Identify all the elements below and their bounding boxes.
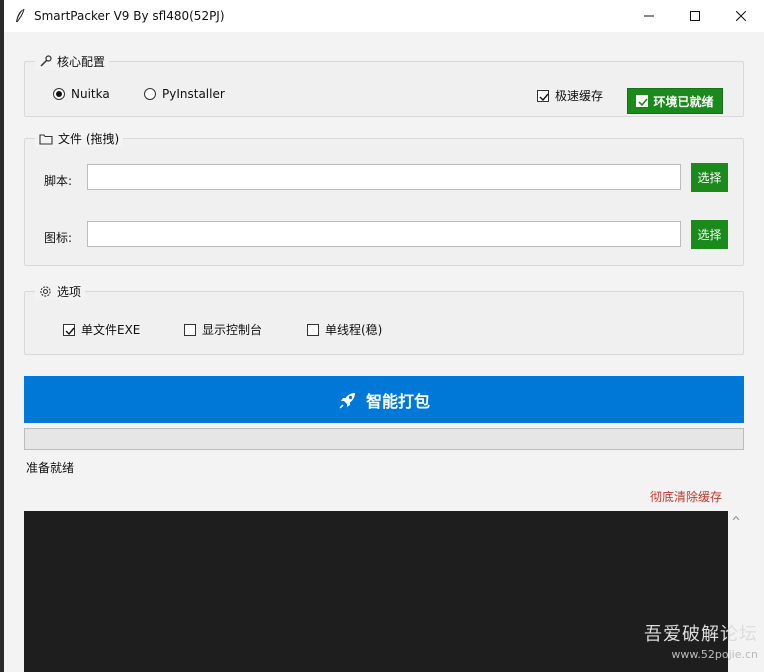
maximize-button[interactable] [672,0,718,32]
radio-indicator [53,88,65,100]
single-file-checkbox[interactable]: 单文件EXE [63,321,140,338]
minimize-button[interactable] [626,0,672,32]
check-icon [65,327,75,335]
check-icon [638,98,649,107]
radio-nuitka[interactable]: Nuitka [53,87,110,101]
script-input[interactable] [87,164,681,190]
app-window: SmartPacker V9 By sfl480(52PJ) 核心配置 Nuit… [4,0,764,672]
watermark: 吾爱破解论坛 www.52pojie.cn [644,620,758,661]
checkbox-indicator [537,89,549,102]
checkbox-indicator [307,323,319,336]
watermark-main: 吾爱破解论坛 [644,624,758,645]
title-bar[interactable]: SmartPacker V9 By sfl480(52PJ) [4,0,764,32]
radio-pyinstaller[interactable]: PyInstaller [144,87,225,101]
script-pick-button[interactable]: 选择 [691,163,728,192]
env-ready-badge: 环境已就绪 [627,88,723,114]
minimize-icon [644,15,654,17]
radio-indicator [144,88,156,100]
gear-icon [40,286,51,297]
smart-pack-button[interactable]: 智能打包 [24,376,744,423]
checkbox-indicator [184,323,196,336]
files-legend: 文件 (拖拽) [35,130,124,147]
checkbox-indicator [63,323,75,336]
status-text: 准备就绪 [26,461,75,475]
rocket-icon [339,392,355,409]
checkbox-indicator [636,95,649,107]
icon-label: 图标: [44,231,73,245]
single-thread-checkbox[interactable]: 单线程(稳) [307,321,382,338]
core-config-legend: 核心配置 [35,53,110,70]
progress-bar [24,428,744,450]
icon-input[interactable] [87,221,681,247]
check-icon [539,93,549,101]
script-label: 脚本: [44,174,73,188]
show-console-checkbox[interactable]: 显示控制台 [184,321,262,338]
watermark-sub: www.52pojie.cn [671,648,758,661]
options-legend: 选项 [35,283,86,300]
window-title: SmartPacker V9 By sfl480(52PJ) [34,9,225,23]
fast-cache-checkbox[interactable]: 极速缓存 [537,87,603,104]
wrench-icon [40,55,52,67]
chevron-up-icon[interactable] [732,515,740,521]
icon-pick-button[interactable]: 选择 [691,220,728,249]
files-group: 文件 (拖拽) 脚本: 选择 图标: 选择 [24,130,744,266]
log-console[interactable] [24,511,728,672]
close-icon [736,11,746,21]
maximize-icon [690,11,700,21]
options-group: 选项 单文件EXE 显示控制台 单线程(稳) [24,283,744,355]
folder-icon [39,133,53,145]
feather-icon [16,8,25,23]
clear-cache-link[interactable]: 彻底清除缓存 [650,488,722,505]
core-config-group: 核心配置 Nuitka PyInstaller 极速缓存 环境已就绪 [24,53,744,117]
close-button[interactable] [718,0,764,32]
